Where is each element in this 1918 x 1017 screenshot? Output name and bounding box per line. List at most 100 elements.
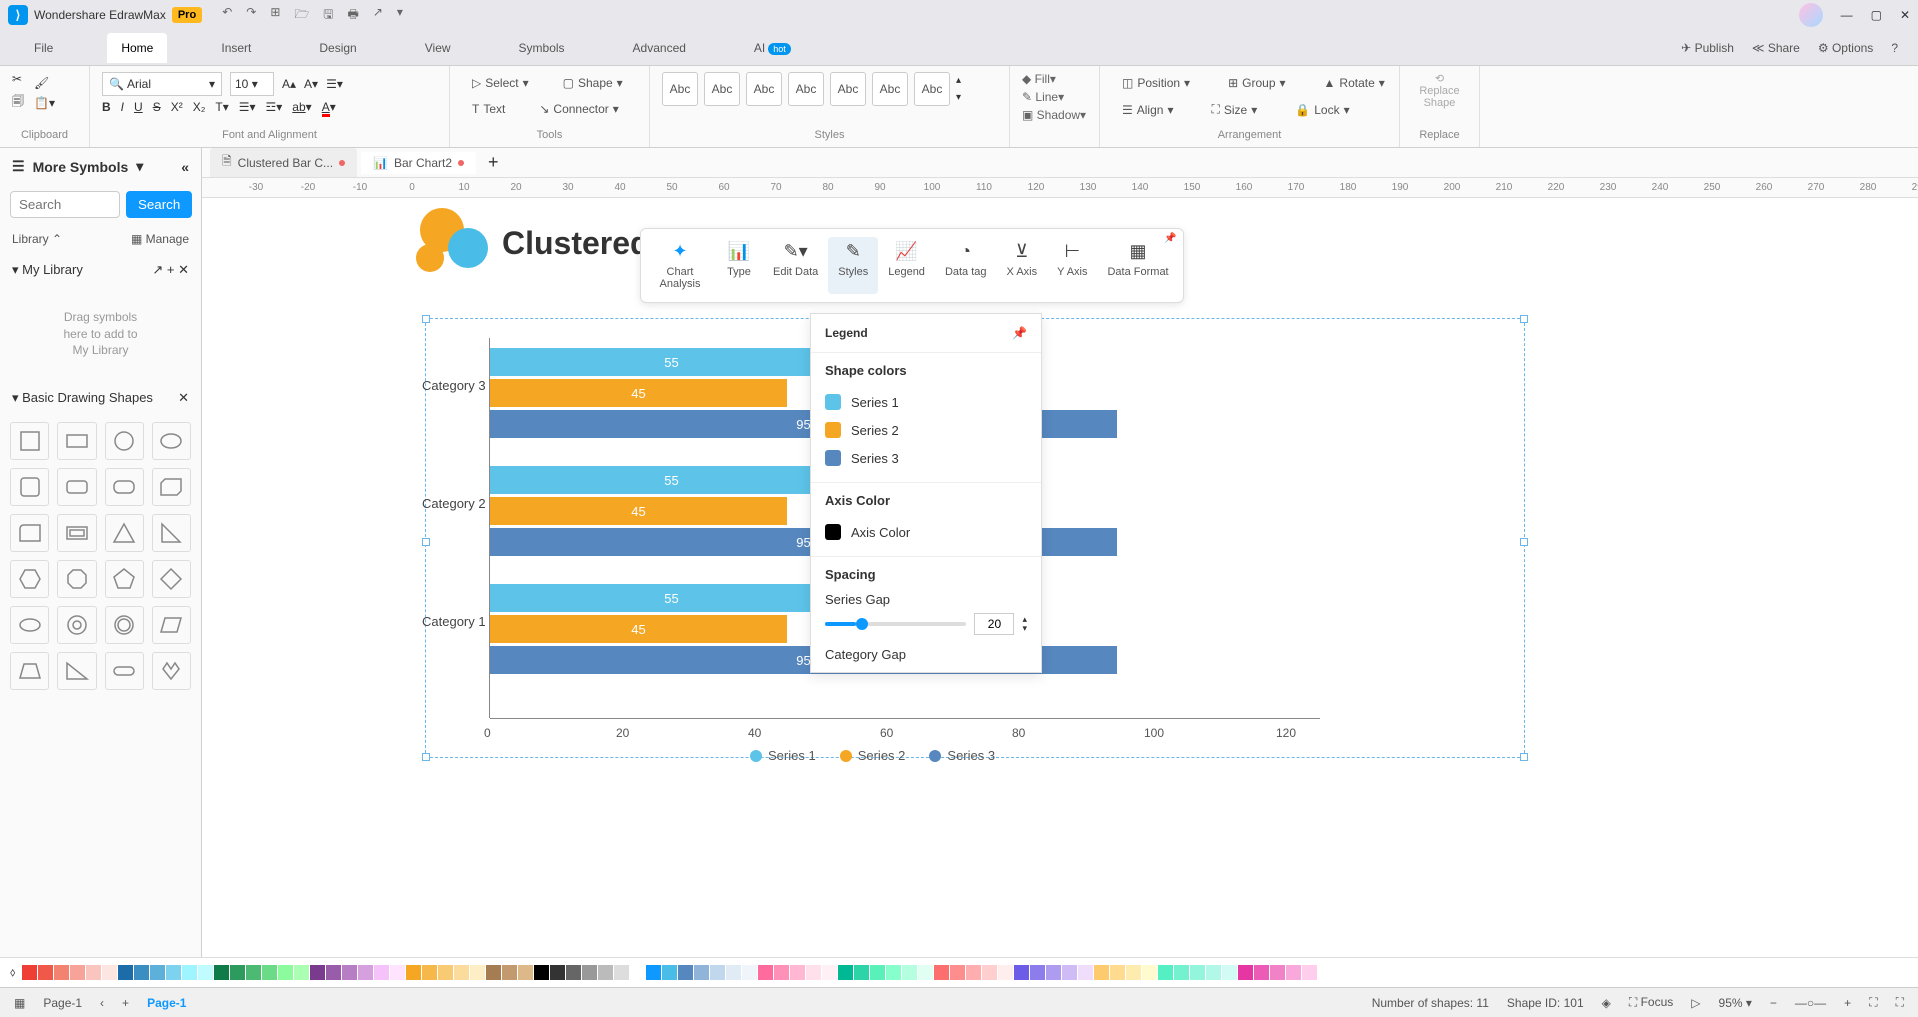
shape-pill[interactable] <box>105 652 144 690</box>
shape-donut[interactable] <box>57 606 96 644</box>
publish-button[interactable]: ✈ Publish <box>1681 41 1734 55</box>
series2-color[interactable]: Series 2 <box>825 416 1027 444</box>
page-link[interactable]: Page-1 <box>147 996 186 1010</box>
shape-ellipse[interactable] <box>152 422 191 460</box>
stepper-icon[interactable]: ▴▾ <box>1022 615 1027 633</box>
select-button[interactable]: ▷ Select▾ <box>462 72 539 94</box>
bullets-icon[interactable]: ☲▾ <box>266 100 283 114</box>
position-button[interactable]: ◫ Position▾ <box>1112 72 1200 94</box>
shape-triangle[interactable] <box>105 514 144 552</box>
color-swatch[interactable] <box>518 965 533 980</box>
color-swatch[interactable] <box>198 965 213 980</box>
color-swatch[interactable] <box>822 965 837 980</box>
color-swatch[interactable] <box>550 965 565 980</box>
color-swatch[interactable] <box>390 965 405 980</box>
color-swatch[interactable] <box>134 965 149 980</box>
color-swatch[interactable] <box>358 965 373 980</box>
shape-chevron[interactable] <box>152 652 191 690</box>
undo-icon[interactable]: ↶ <box>222 5 232 26</box>
bold-icon[interactable]: B <box>102 100 111 114</box>
color-swatch[interactable] <box>566 965 581 980</box>
color-swatch[interactable] <box>1030 965 1045 980</box>
color-swatch[interactable] <box>1142 965 1157 980</box>
add-tab-icon[interactable]: + <box>480 152 507 173</box>
italic-icon[interactable]: I <box>121 100 124 114</box>
canvas[interactable]: Clustered ✦Chart Analysis 📊Type ✎▾Edit D… <box>230 198 1918 957</box>
menu-design[interactable]: Design <box>305 33 370 63</box>
shape-hexagon[interactable] <box>10 560 49 598</box>
search-button[interactable]: Search <box>126 191 192 218</box>
more-symbols-label[interactable]: More Symbols <box>33 159 129 175</box>
replace-shape-button[interactable]: ⟲Replace Shape <box>1412 72 1467 109</box>
close-icon[interactable]: ✕ <box>1900 8 1910 22</box>
print-icon[interactable]: 🖶 <box>348 5 359 26</box>
color-swatch[interactable] <box>438 965 453 980</box>
library-drop-zone[interactable]: Drag symbols here to add to My Library <box>12 294 189 374</box>
color-swatch[interactable] <box>630 965 645 980</box>
pin-icon[interactable]: 📌 <box>1164 233 1176 244</box>
grow-font-icon[interactable]: A▴ <box>282 77 296 91</box>
shape-trapezoid[interactable] <box>10 514 49 552</box>
color-swatch[interactable] <box>86 965 101 980</box>
color-swatch[interactable] <box>1270 965 1285 980</box>
color-swatch[interactable] <box>278 965 293 980</box>
doc-tab[interactable]: 📊 Bar Chart2 <box>361 152 476 174</box>
color-swatch[interactable] <box>454 965 469 980</box>
shape-triangle-right[interactable] <box>152 514 191 552</box>
menu-ai[interactable]: AIhot <box>740 33 805 63</box>
color-swatch[interactable] <box>70 965 85 980</box>
data-format-button[interactable]: ▦Data Format <box>1097 237 1178 294</box>
color-swatch[interactable] <box>1014 965 1029 980</box>
color-swatch[interactable] <box>790 965 805 980</box>
color-swatch[interactable] <box>1094 965 1109 980</box>
series1-color[interactable]: Series 1 <box>825 388 1027 416</box>
fill-button[interactable]: ◆ Fill▾ <box>1022 72 1087 86</box>
help-icon[interactable]: ? <box>1891 41 1898 55</box>
color-swatch[interactable] <box>310 965 325 980</box>
shape-square[interactable] <box>10 422 49 460</box>
menu-file[interactable]: File <box>20 33 67 63</box>
shape-frame[interactable] <box>57 514 96 552</box>
color-swatch[interactable] <box>1062 965 1077 980</box>
doc-tab[interactable]: 🗎 Clustered Bar C... <box>210 148 357 177</box>
superscript-icon[interactable]: X² <box>171 100 183 114</box>
color-swatch[interactable] <box>774 965 789 980</box>
line-button[interactable]: ✎ Line▾ <box>1022 90 1087 104</box>
shape-roundrect[interactable] <box>10 468 49 506</box>
highlight-icon[interactable]: ab▾ <box>292 100 311 114</box>
eyedropper-icon[interactable]: ⬨ <box>10 965 15 980</box>
color-swatch[interactable] <box>374 965 389 980</box>
color-swatch[interactable] <box>1190 965 1205 980</box>
zoom-out-icon[interactable]: − <box>1770 996 1777 1010</box>
color-swatch[interactable] <box>166 965 181 980</box>
color-swatch[interactable] <box>886 965 901 980</box>
new-icon[interactable]: ⊞ <box>270 5 280 26</box>
chart-type-button[interactable]: 📊Type <box>715 237 763 294</box>
font-select[interactable]: 🔍Arial▾ <box>102 72 222 96</box>
color-swatch[interactable] <box>182 965 197 980</box>
prev-page-icon[interactable]: ‹ <box>100 996 104 1010</box>
layers-icon[interactable]: ◈ <box>1602 996 1611 1010</box>
color-swatch[interactable] <box>534 965 549 980</box>
shape-octagon[interactable] <box>57 560 96 598</box>
lock-button[interactable]: 🔒 Lock▾ <box>1285 99 1359 121</box>
cut-icon[interactable]: ✂ <box>12 72 24 86</box>
underline-icon[interactable]: U <box>134 100 143 114</box>
style-preset[interactable]: Abc <box>830 72 866 106</box>
line-spacing-icon[interactable]: ☰▾ <box>239 100 256 114</box>
color-swatch[interactable] <box>982 965 997 980</box>
color-swatch[interactable] <box>1110 965 1125 980</box>
zoom-slider[interactable]: —○— <box>1795 996 1826 1010</box>
color-swatch[interactable] <box>646 965 661 980</box>
play-icon[interactable]: ▷ <box>1691 996 1700 1010</box>
color-swatch[interactable] <box>1174 965 1189 980</box>
section-close-icon[interactable]: ✕ <box>178 390 189 406</box>
color-swatch[interactable] <box>230 965 245 980</box>
color-swatch[interactable] <box>118 965 133 980</box>
options-button[interactable]: ⚙ Options <box>1818 41 1873 55</box>
add-page-icon[interactable]: + <box>122 996 129 1010</box>
color-swatch[interactable] <box>902 965 917 980</box>
color-swatch[interactable] <box>470 965 485 980</box>
page-tab[interactable]: Page-1 <box>43 996 82 1010</box>
series3-color[interactable]: Series 3 <box>825 444 1027 472</box>
